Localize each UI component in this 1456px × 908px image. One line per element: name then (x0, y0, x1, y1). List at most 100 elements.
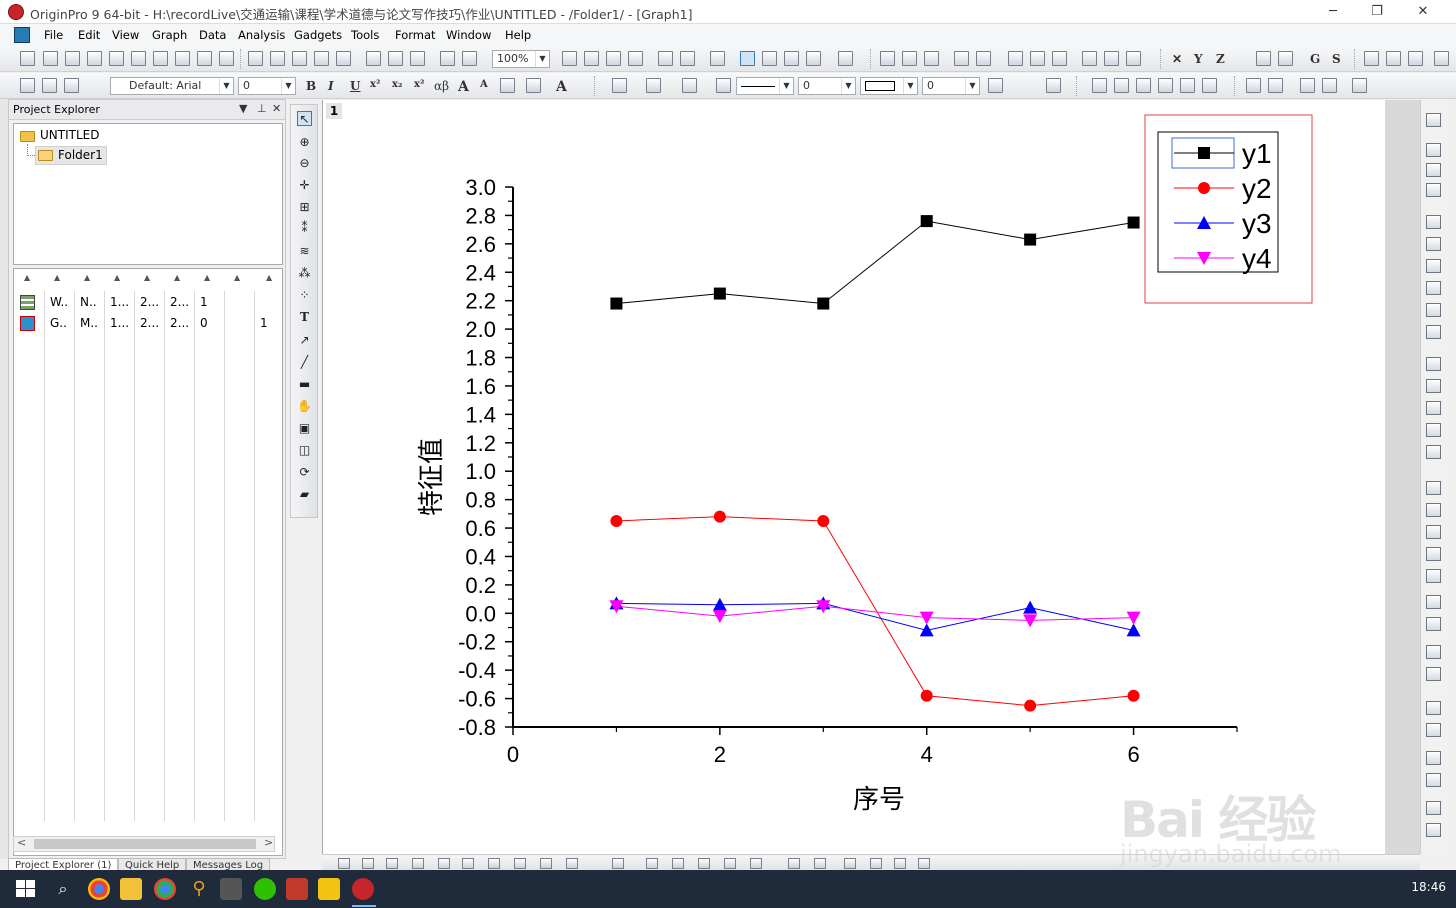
import-ascii-icon[interactable] (388, 51, 403, 66)
data-reader-icon[interactable]: ⊞ (297, 200, 312, 215)
filter-options-icon[interactable] (1126, 51, 1141, 66)
set-x-button[interactable]: ✕ (1172, 52, 1182, 66)
decrease-font-button[interactable]: A (480, 79, 488, 90)
statistics-row-icon[interactable] (902, 51, 917, 66)
menu-graph[interactable]: Graph (152, 28, 187, 42)
tab-quick-help[interactable]: Quick Help (118, 858, 187, 870)
border-style-combo[interactable]: ▼ (860, 77, 918, 95)
cut-icon[interactable] (20, 78, 35, 93)
new-excel-icon[interactable] (65, 51, 80, 66)
tab-project-explorer[interactable]: Project Explorer (1) (8, 858, 119, 870)
area-plot-icon[interactable] (488, 858, 500, 869)
menu-data[interactable]: Data (199, 28, 226, 42)
horizontal-scrollbar[interactable]: < > (13, 836, 275, 852)
game-icon[interactable] (220, 878, 242, 900)
browser-icon[interactable] (154, 878, 176, 900)
menu-window[interactable]: Window (446, 28, 491, 42)
new-workbook-icon[interactable] (43, 51, 58, 66)
open-excel-icon[interactable] (292, 51, 307, 66)
italic-button[interactable]: I (328, 79, 334, 93)
panel-layer-icon[interactable] (918, 858, 930, 869)
print-icon[interactable] (562, 51, 577, 66)
waterfall-icon[interactable] (844, 858, 856, 869)
arrange-icon[interactable] (1426, 481, 1441, 495)
sort-arrow-icon[interactable]: ▲ (144, 273, 150, 282)
axis-top-icon[interactable] (1426, 237, 1441, 251)
3d-bar-icon[interactable] (646, 858, 658, 869)
hand-tool-icon[interactable]: ✋ (297, 399, 312, 414)
menu-edit[interactable]: Edit (78, 28, 100, 42)
multi-layer-icon[interactable] (870, 858, 882, 869)
chrome-icon[interactable] (88, 878, 110, 900)
zoom-out-tool-icon[interactable]: ⊖ (297, 156, 312, 171)
command-window-icon[interactable] (784, 51, 799, 66)
first-icon[interactable] (1364, 51, 1379, 66)
duplicate-icon[interactable] (606, 51, 621, 66)
fill-color-icon[interactable] (612, 78, 627, 93)
align-left-icon[interactable] (500, 78, 515, 93)
scatter-plot-icon[interactable] (362, 858, 374, 869)
script-window-icon[interactable] (762, 51, 777, 66)
sort-arrow-icon[interactable]: ▲ (114, 273, 120, 282)
bar-chart-icon[interactable] (1008, 51, 1023, 66)
line-color-icon[interactable] (682, 78, 697, 93)
close-button[interactable]: ✕ (1408, 2, 1438, 22)
clock-icon[interactable] (1426, 423, 1441, 437)
sort-arrow-icon[interactable]: ▲ (266, 273, 272, 282)
menu-help[interactable]: Help (505, 28, 531, 42)
menu-file[interactable]: File (44, 28, 63, 42)
heatmap-icon[interactable] (750, 858, 762, 869)
open-template-icon[interactable] (270, 51, 285, 66)
font-combo[interactable]: Default: Arial ▼ (110, 77, 234, 95)
layer-tool-icon[interactable]: ◫ (297, 443, 312, 458)
image-tool-icon[interactable]: ▣ (297, 421, 312, 436)
zoom-in-tool-icon[interactable]: ⊕ (297, 135, 312, 150)
hatch-icon[interactable] (988, 78, 1003, 93)
sort-arrow-icon[interactable]: ▲ (84, 273, 90, 282)
rectangle-tool-icon[interactable]: ▬ (297, 377, 312, 392)
open-icon[interactable] (248, 51, 263, 66)
file-explorer-icon[interactable] (120, 878, 142, 900)
graph-window[interactable] (322, 100, 1420, 854)
code-builder-icon[interactable] (658, 51, 673, 66)
data-selector-icon[interactable]: ⁑ (297, 221, 312, 236)
object-back-icon[interactable] (1114, 78, 1129, 93)
pin-icon[interactable]: ⊥ (257, 102, 267, 115)
mask-points-icon[interactable]: ≋ (297, 244, 312, 259)
tab-messages-log[interactable]: Messages Log (186, 858, 271, 870)
underline-button[interactable]: U (350, 79, 360, 93)
paste-icon[interactable] (64, 78, 79, 93)
menu-gadgets[interactable]: Gadgets (294, 28, 342, 42)
menu-tools[interactable]: Tools (351, 28, 379, 42)
search-app-icon[interactable]: ⚲ (188, 878, 210, 900)
close-icon[interactable]: ✕ (272, 102, 281, 115)
gear-icon[interactable] (806, 51, 821, 66)
copy-icon[interactable] (42, 78, 57, 93)
polar-icon[interactable] (814, 858, 826, 869)
pointer-icon[interactable]: ↖ (297, 111, 312, 126)
origin-taskbar-icon[interactable] (352, 878, 374, 900)
dots-icon[interactable] (1426, 751, 1441, 765)
axis-both-icon[interactable] (1426, 325, 1441, 339)
new-graph-icon[interactable] (87, 51, 102, 66)
line-symbol-icon[interactable] (386, 858, 398, 869)
import-multiple-icon[interactable] (410, 51, 425, 66)
distribute-h-icon[interactable] (1426, 667, 1441, 681)
screen-reader-icon[interactable]: ✛ (297, 178, 312, 193)
player-icon[interactable] (318, 878, 340, 900)
extract-icon[interactable] (1426, 183, 1441, 197)
region-select-icon[interactable]: ⁘ (297, 288, 312, 303)
save-project-icon[interactable] (314, 51, 329, 66)
sort-arrow-icon[interactable]: ▲ (54, 273, 60, 282)
object-front-icon[interactable] (1092, 78, 1107, 93)
batch-process-icon[interactable] (462, 51, 477, 66)
table-icon[interactable] (1426, 445, 1441, 459)
stack-layer-icon[interactable] (894, 858, 906, 869)
align-rows-icon[interactable] (1426, 357, 1441, 371)
group-layer-icon[interactable] (1426, 801, 1441, 815)
point-color-icon[interactable] (716, 78, 731, 93)
layer-indicator[interactable]: 1 (326, 103, 342, 119)
group-objects-icon[interactable] (1136, 78, 1151, 93)
align-icon[interactable] (526, 78, 541, 93)
document-icon[interactable] (14, 27, 30, 43)
